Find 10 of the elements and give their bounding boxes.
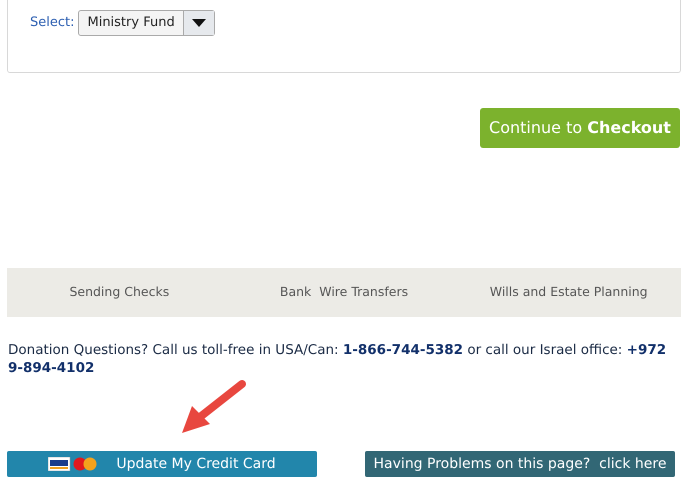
- update-card-button[interactable]: Update My Credit Card: [7, 451, 317, 477]
- fund-dropdown[interactable]: Ministry Fund: [78, 10, 215, 36]
- footer-link[interactable]: Wills and Estate Planning: [456, 283, 682, 302]
- footer-link[interactable]: Sending Checks: [7, 283, 232, 302]
- credit-cards-icon: [48, 457, 98, 471]
- footer-link[interactable]: Bank Wire Transfers: [232, 283, 456, 302]
- caret-icon: [192, 19, 206, 27]
- contact-text: Donation Questions? Call us toll-free in USA/Can: 1-866-744-5382 or call our Israel office: +972 9-894-4102: [8, 341, 668, 377]
- select-label: Select:: [30, 15, 74, 30]
- help-button[interactable]: Having Problems on this page? click here: [365, 451, 675, 477]
